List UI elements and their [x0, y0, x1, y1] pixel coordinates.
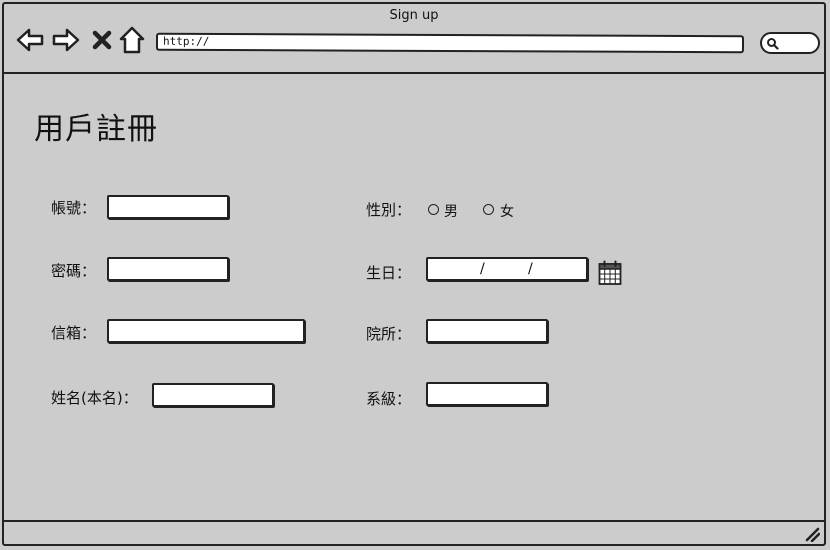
- home-icon[interactable]: [118, 26, 146, 54]
- gender-female-radio[interactable]: [483, 204, 494, 215]
- department-input[interactable]: [426, 382, 548, 406]
- department-label: 系級：: [366, 390, 412, 408]
- account-input[interactable]: [107, 195, 229, 219]
- date-separator: /: [528, 261, 533, 277]
- url-input[interactable]: http://: [155, 32, 745, 54]
- gender-label: 性別：: [366, 201, 412, 219]
- gender-female-label: 女: [500, 204, 514, 220]
- email-input[interactable]: [107, 319, 305, 343]
- resize-grip-icon[interactable]: [804, 526, 820, 542]
- browser-window: Sign up http:// 用戶註冊 帳號： 密碼： 信箱： 姓名(本名)：…: [2, 2, 826, 546]
- status-bar: [4, 520, 824, 544]
- birthday-label: 生日：: [366, 264, 412, 282]
- browser-toolbar: Sign up http://: [4, 4, 824, 74]
- page-title: 用戶註冊: [34, 112, 158, 147]
- gender-male-label: 男: [444, 204, 458, 220]
- search-icon: [767, 38, 779, 50]
- name-input[interactable]: [152, 383, 274, 407]
- password-label: 密碼：: [51, 262, 97, 280]
- close-icon[interactable]: [88, 26, 116, 54]
- search-box[interactable]: [760, 32, 820, 54]
- birthday-input[interactable]: / /: [426, 257, 588, 281]
- window-title: Sign up: [389, 8, 439, 23]
- email-label: 信箱：: [51, 324, 97, 342]
- url-text: http://: [162, 34, 210, 48]
- institute-label: 院所：: [366, 325, 412, 343]
- arrow-left-icon[interactable]: [16, 26, 44, 54]
- password-input[interactable]: [107, 257, 229, 281]
- account-label: 帳號：: [51, 199, 97, 217]
- calendar-icon[interactable]: [598, 260, 622, 286]
- name-label: 姓名(本名)：: [51, 389, 138, 407]
- institute-input[interactable]: [426, 319, 548, 343]
- date-separator: /: [480, 261, 485, 277]
- arrow-right-icon[interactable]: [52, 26, 80, 54]
- gender-male-radio[interactable]: [428, 204, 439, 215]
